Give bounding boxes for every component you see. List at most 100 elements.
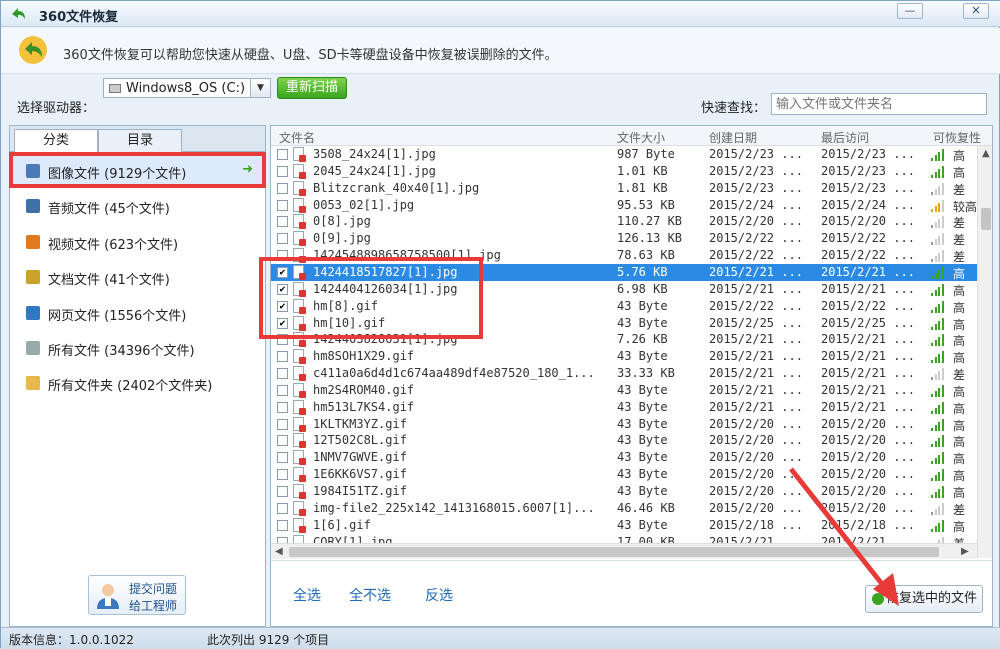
table-row[interactable]: 3508_24x24[1].jpg 987 Byte 2015/2/23 ... 20…	[271, 146, 977, 163]
drive-select[interactable]: Windows8_OS (C:) ▼	[103, 78, 271, 98]
row-checkbox[interactable]	[277, 384, 288, 396]
table-row[interactable]: 12T502C8L.gif 43 Byte 2015/2/20 ... 2015/2/…	[271, 432, 977, 449]
app-window: 360文件恢复 — ✕ 360文件恢复可以帮助您快速从硬盘、U盘、SD卡等硬盘设…	[0, 0, 1000, 649]
table-row[interactable]: 1KLTKM3YZ.gif 43 Byte 2015/2/20 ... 2015/2/…	[271, 416, 977, 433]
col-name[interactable]: 文件名	[279, 129, 315, 146]
table-header: 文件名 文件大小 创建日期 最后访问 可恢复性	[271, 126, 992, 146]
category-item[interactable]: 网页文件 (1556个文件)	[10, 298, 265, 328]
signal-bars-icon	[931, 401, 945, 414]
row-checkbox[interactable]	[277, 486, 288, 497]
row-checkbox[interactable]	[277, 216, 288, 228]
category-item[interactable]: 文档文件 (41个文件)	[10, 262, 265, 292]
table-row[interactable]: hm8SOH1X29.gif 43 Byte 2015/2/21 ... 2015/2…	[271, 348, 977, 365]
close-button[interactable]: ✕	[963, 3, 989, 19]
col-created[interactable]: 创建日期	[709, 129, 757, 146]
quick-search-label: 快速查找：	[701, 101, 767, 116]
table-row[interactable]: 0[8].jpg 110.27 KB 2015/2/20 ... 2015/2/20 …	[271, 213, 977, 230]
table-row[interactable]: Blitzcrank_40x40[1].jpg 1.81 KB 2015/2/23 …	[271, 180, 977, 197]
row-checkbox[interactable]	[277, 165, 288, 177]
category-label: 音频文件 (45个文件)	[48, 202, 170, 218]
category-item[interactable]: 所有文件夹 (2402个文件夹)	[10, 368, 265, 398]
cell-recoverability: 高	[953, 317, 966, 332]
row-checkbox[interactable]	[277, 502, 288, 514]
table-row[interactable]: 0[9].jpg 126.13 KB 2015/2/22 ... 2015/2/22 …	[271, 230, 977, 247]
cell-size: 43 Byte	[617, 382, 668, 397]
cell-size: 5.76 KB	[617, 264, 668, 279]
row-checkbox[interactable]	[277, 401, 288, 413]
invert-selection-link[interactable]: 反选	[425, 585, 453, 605]
chevron-down-icon[interactable]: ▼	[250, 79, 270, 97]
file-icon	[26, 341, 40, 355]
cell-recoverability: 高	[953, 469, 966, 484]
table-row[interactable]: 0053_02[1].jpg 95.53 KB 2015/2/24 ... 2015/…	[271, 197, 977, 214]
cell-created: 2015/2/22 ...	[709, 231, 803, 246]
annotation-box-category	[9, 152, 266, 188]
scroll-left-icon[interactable]: ◀	[275, 546, 283, 557]
deleted-file-icon	[293, 214, 306, 230]
category-label: 所有文件 (34396个文件)	[48, 344, 195, 359]
cell-accessed: 2015/2/22 ...	[821, 231, 915, 246]
drive-icon	[109, 84, 121, 93]
category-item[interactable]: 音频文件 (45个文件)	[10, 191, 265, 221]
scroll-up-icon[interactable]: ▲	[982, 148, 990, 159]
category-item[interactable]: 视频文件 (623个文件)	[10, 227, 265, 257]
scroll-right-icon[interactable]: ▶	[961, 546, 969, 557]
col-recover[interactable]: 可恢复性	[933, 129, 981, 146]
table-row[interactable]: c411a0a6d4d1c674aa489df4e87520_180_1... 3…	[271, 365, 977, 382]
cell-name: img-file2_225x142_1413168015.6007[1]...	[313, 500, 595, 515]
cell-accessed: 2015/2/20 ...	[821, 416, 915, 431]
row-checkbox[interactable]	[277, 452, 288, 464]
signal-bars-icon	[931, 149, 945, 161]
row-checkbox[interactable]	[277, 418, 288, 430]
deleted-file-icon	[293, 500, 306, 516]
signal-bars-icon	[931, 384, 945, 397]
select-none-link[interactable]: 全不选	[349, 585, 391, 605]
signal-bars-icon	[931, 199, 945, 212]
row-checkbox[interactable]	[277, 149, 288, 160]
category-label: 网页文件 (1556个文件)	[48, 308, 187, 324]
cell-created: 2015/2/20 ...	[709, 433, 803, 448]
col-accessed[interactable]: 最后访问	[821, 129, 869, 146]
vertical-scroll-thumb[interactable]	[981, 208, 991, 230]
row-checkbox[interactable]	[277, 469, 288, 481]
cell-created: 2015/2/21 ...	[709, 332, 803, 347]
row-checkbox[interactable]	[277, 233, 288, 245]
row-checkbox[interactable]	[277, 182, 288, 194]
signal-bars-icon	[931, 435, 945, 448]
select-all-link[interactable]: 全选	[293, 585, 321, 605]
vertical-scrollbar[interactable]: ▲	[977, 146, 992, 558]
cell-recoverability: 差	[953, 250, 966, 265]
table-row[interactable]: hm2S4ROM40.gif 43 Byte 2015/2/21 ... 2015/2…	[271, 382, 977, 399]
tab-directory[interactable]: 目录	[98, 129, 182, 152]
signal-bars-icon	[931, 502, 945, 515]
minimize-button[interactable]: —	[897, 3, 923, 19]
quick-search-input[interactable]	[771, 93, 987, 115]
tab-category[interactable]: 分类	[14, 129, 98, 153]
cell-recoverability: 差	[953, 233, 966, 248]
cell-created: 2015/2/22 ...	[709, 298, 803, 313]
row-checkbox[interactable]	[277, 199, 288, 211]
cell-created: 2015/2/21 ...	[709, 399, 803, 414]
category-item[interactable]: 所有文件 (34396个文件)	[10, 333, 265, 363]
cell-recoverability: 差	[953, 216, 966, 231]
report-to-engineer-button[interactable]: 提交问题 给工程师	[88, 575, 186, 615]
row-checkbox[interactable]	[277, 435, 288, 447]
cell-name: 0053_02[1].jpg	[313, 197, 415, 212]
rescan-button[interactable]: 重新扫描	[277, 77, 347, 99]
deleted-file-icon	[293, 467, 306, 483]
row-checkbox[interactable]	[277, 351, 288, 363]
cell-recoverability: 高	[953, 165, 966, 180]
signal-bars-icon	[931, 283, 945, 296]
row-checkbox[interactable]	[277, 368, 288, 380]
table-row[interactable]: 2045_24x24[1].jpg 1.01 KB 2015/2/23 ... 201…	[271, 163, 977, 180]
deleted-file-icon	[293, 349, 306, 365]
cell-created: 2015/2/23 ...	[709, 163, 803, 178]
col-size[interactable]: 文件大小	[617, 129, 665, 146]
cell-recoverability: 高	[953, 351, 966, 366]
row-checkbox[interactable]	[277, 519, 288, 531]
cell-name: 1KLTKM3YZ.gif	[313, 416, 407, 431]
cell-accessed: 2015/2/24 ...	[821, 197, 915, 212]
cell-accessed: 2015/2/20 ...	[821, 433, 915, 448]
table-row[interactable]: hm513L7KS4.gif 43 Byte 2015/2/21 ... 2015/2…	[271, 399, 977, 416]
cell-name: 3508_24x24[1].jpg	[313, 147, 436, 161]
